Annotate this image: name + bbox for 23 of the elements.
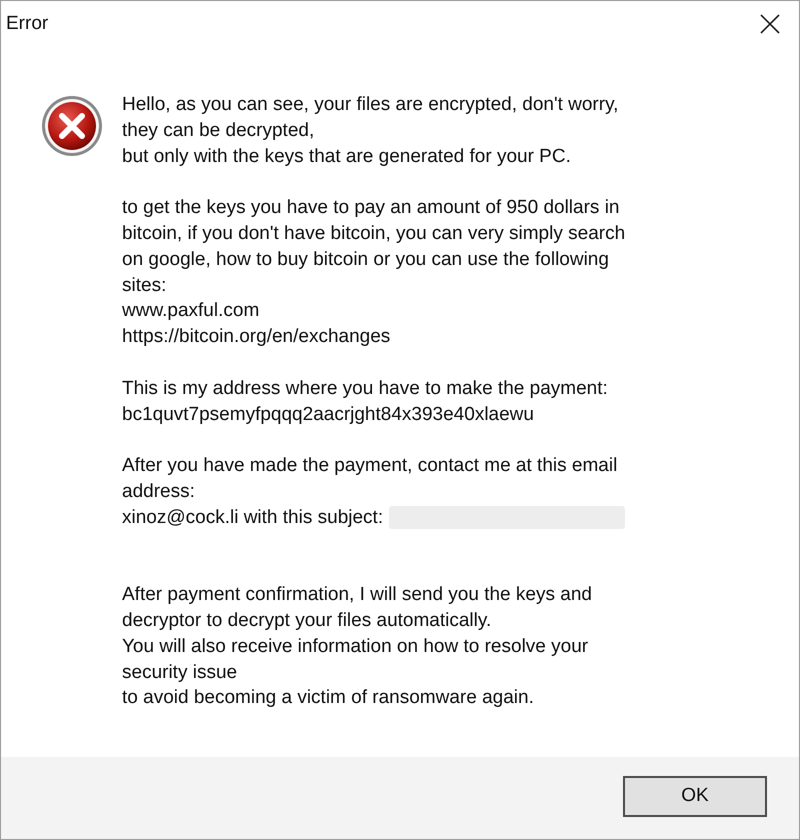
message-line: www.paxful.com bbox=[122, 299, 260, 324]
message-line: bitcoin, if you don't have bitcoin, you can very simply search bbox=[122, 222, 626, 246]
message-line: bc1quvt7psemyfpqqq2aacrjght84x393e40xlaewu bbox=[122, 402, 535, 427]
message-line: on google, how to buy bitcoin or you can use the following bbox=[122, 248, 610, 272]
message-line: to avoid becoming a victim of ransomware again. bbox=[122, 686, 535, 710]
message-line: security issue bbox=[122, 660, 238, 685]
message-line: but only with the keys that are generated for your PC. bbox=[122, 144, 572, 169]
message-line: After payment confirmation, I will send you the keys and bbox=[122, 583, 593, 608]
message-line: to get the keys you have to pay an amount of 950 dollars in bbox=[122, 196, 620, 220]
message-line: decryptor to decrypt your files automatically. bbox=[122, 608, 492, 633]
message-line: they can be decrypted, bbox=[122, 118, 316, 143]
message-line: xinoz@cock.li with this subject: bbox=[122, 506, 384, 530]
error-icon bbox=[41, 95, 103, 157]
close-icon bbox=[760, 14, 780, 34]
message-line: https://bitcoin.org/en/exchanges bbox=[122, 325, 392, 350]
message-line: sites: bbox=[122, 274, 168, 298]
window-title: Error bbox=[6, 12, 48, 36]
message-line: After you have made the payment, contact me at this email bbox=[122, 454, 618, 478]
message-line: This is my address where you have to make the payment: bbox=[122, 376, 609, 401]
message-line: You will also receive information on how to resolve your bbox=[122, 634, 590, 659]
message-line: address: bbox=[122, 480, 196, 504]
ok-button[interactable]: OK bbox=[623, 776, 767, 817]
message-line: Hello, as you can see, your files are encrypted, don't worry, bbox=[122, 93, 620, 117]
